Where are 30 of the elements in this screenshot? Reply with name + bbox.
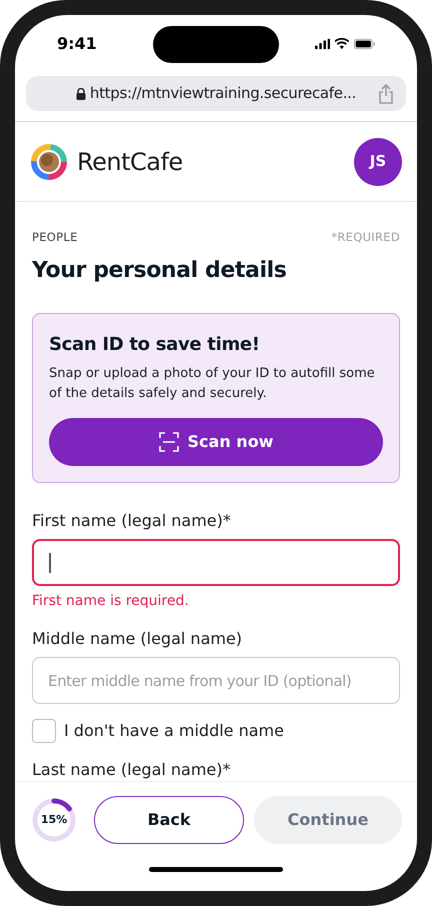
card-title: Scan ID to save time! (49, 333, 261, 358)
text-cursor (49, 552, 51, 573)
scan-button[interactable]: Scan now (49, 418, 383, 466)
input-field[interactable]: Enter middle name from your ID (optional) (32, 657, 400, 704)
page-title: Your personal details (32, 257, 288, 286)
battery-icon (354, 38, 375, 50)
share-icon[interactable] (378, 84, 394, 104)
required-note: *REQUIRED (331, 229, 400, 246)
logo-icon (30, 142, 68, 180)
url-text: https://mtnviewtraining.securecafe... (90, 83, 356, 104)
checkbox-label: I don't have a middle name (64, 720, 284, 742)
user-avatar[interactable]: JS (354, 138, 402, 186)
checkbox[interactable] (32, 719, 56, 744)
field-label: Middle name (legal name) (32, 628, 244, 650)
field-label: First name (legal name)* (32, 510, 232, 532)
status-time: 9:41 (57, 33, 98, 55)
logo-text: RentCafe (77, 146, 183, 178)
address-bar[interactable]: https://mtnviewtraining.securecafe... (26, 76, 406, 111)
field-label: Last name (legal name)* (32, 759, 232, 781)
scan-icon (158, 432, 179, 452)
progress-text: 15% (40, 812, 68, 828)
lock-icon (76, 88, 86, 100)
section-label: PEOPLE (32, 229, 78, 246)
input-field[interactable] (32, 539, 400, 586)
field-placeholder: Enter middle name from your ID (optional) (48, 670, 384, 692)
wifi-icon (335, 38, 349, 50)
error-message: First name is required. (32, 592, 190, 612)
back-button[interactable]: Back (94, 796, 244, 844)
card-description: Snap or upload a photo of your ID to autofill some of the details safely and securely. (49, 365, 376, 404)
signal-icon (315, 38, 330, 50)
